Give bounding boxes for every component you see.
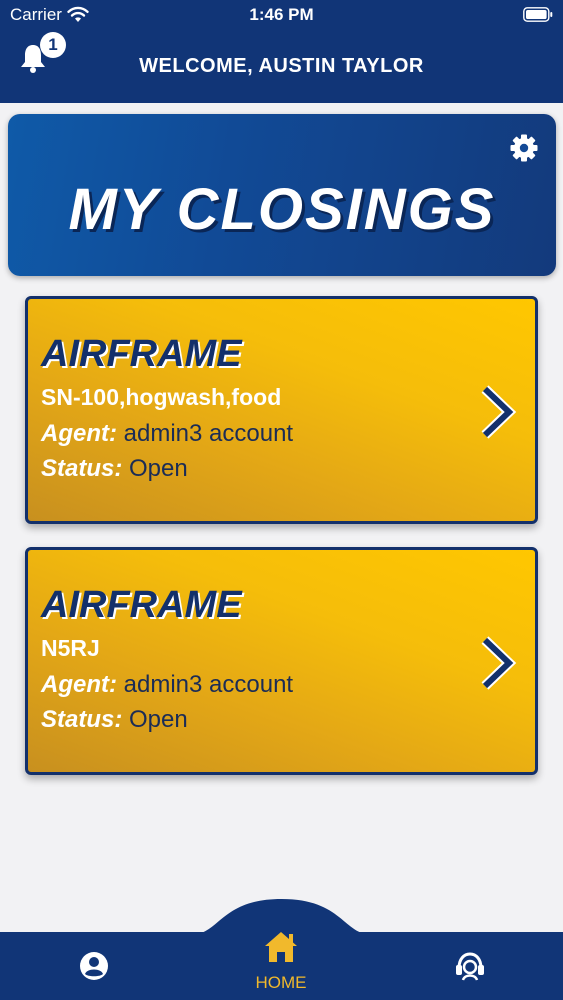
agent-label: Agent: — [41, 420, 117, 447]
closing-agent: Agent: admin3 account — [41, 671, 293, 699]
tab-home[interactable]: HOME — [231, 930, 331, 996]
status-bar: Carrier 1:46 PM — [0, 0, 563, 30]
home-icon — [265, 932, 297, 962]
welcome-text: WELCOME, AUSTIN TAYLOR — [139, 55, 424, 77]
support-icon — [456, 952, 484, 981]
chevron-right-icon[interactable] — [477, 381, 517, 443]
tabbar-bump — [190, 899, 373, 935]
app-header: Carrier 1:46 PM 1 WELCOME, AUSTIN TAYLOR — [0, 0, 563, 103]
chevron-right-icon[interactable] — [477, 632, 517, 694]
agent-value: admin3 account — [123, 671, 294, 698]
closing-agent: Agent: admin3 account — [41, 420, 293, 448]
status-value: Open — [129, 455, 188, 482]
status-time: 1:46 PM — [249, 5, 314, 24]
battery-icon — [523, 7, 553, 22]
tab-home-label: HOME — [255, 973, 307, 992]
status-label: Status: — [41, 706, 123, 733]
agent-label: Agent: — [41, 671, 117, 698]
closing-serial: N5RJ — [41, 635, 100, 661]
closing-serial: SN-100,hogwash,food — [41, 384, 282, 410]
gear-icon[interactable] — [510, 134, 538, 162]
closing-status: Status: Open — [41, 706, 188, 734]
closing-type: AIRFRAME — [41, 333, 242, 375]
page-title: MY CLOSINGS — [68, 177, 496, 242]
closing-card[interactable]: AIRFRAME SN-100,hogwash,food Agent: admi… — [25, 296, 538, 524]
status-label: Status: — [41, 455, 123, 482]
profile-icon — [80, 952, 108, 980]
tab-support[interactable] — [453, 950, 487, 982]
tab-profile[interactable] — [78, 950, 110, 982]
closing-status: Status: Open — [41, 455, 188, 483]
closing-type: AIRFRAME — [41, 584, 242, 626]
closing-card[interactable]: AIRFRAME N5RJ Agent: admin3 account Stat… — [25, 547, 538, 775]
my-closings-banner: MY CLOSINGS — [8, 114, 556, 276]
agent-value: admin3 account — [123, 420, 294, 447]
status-value: Open — [129, 706, 188, 733]
